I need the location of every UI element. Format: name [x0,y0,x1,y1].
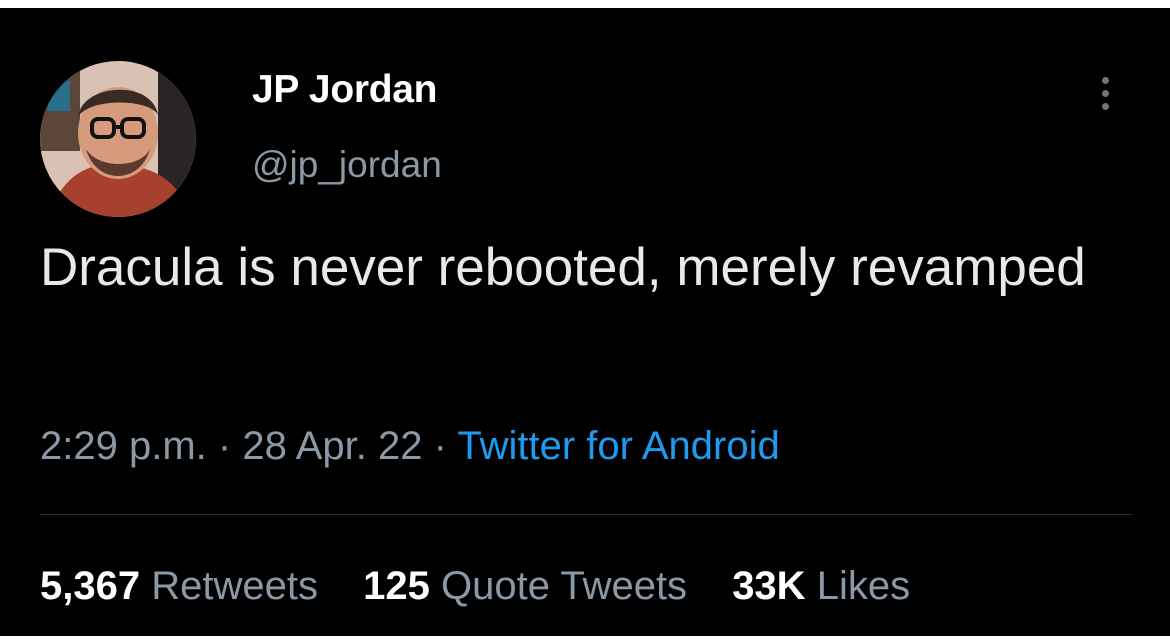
tweet-date[interactable]: 28 Apr. 22 [242,424,422,468]
likes-stat[interactable]: 33K Likes [732,564,910,608]
retweets-stat[interactable]: 5,367 Retweets [40,564,329,608]
meta-separator: · [433,424,447,468]
retweets-count: 5,367 [40,564,141,608]
divider [40,514,1132,515]
tweet-time[interactable]: 2:29 p.m. [40,424,207,468]
tweet-meta: 2:29 p.m. · 28 Apr. 22 · Twitter for And… [40,424,780,469]
quotes-label: Quote Tweets [440,564,688,608]
dot [1101,102,1109,110]
more-options-icon[interactable] [1090,68,1120,118]
likes-label: Likes [816,564,911,608]
quote-tweets-stat[interactable]: 125 Quote Tweets [363,564,698,608]
retweets-label: Retweets [151,564,318,608]
dot [1101,76,1109,84]
profile-photo-icon [40,61,196,217]
meta-separator: · [217,424,232,468]
likes-count: 33K [732,564,806,608]
quotes-count: 125 [363,564,430,608]
tweet-text: Dracula is never rebooted, merely revamp… [40,238,1086,297]
display-name[interactable]: JP Jordan [252,68,437,112]
avatar[interactable] [40,61,196,217]
user-handle[interactable]: @jp_jordan [252,144,442,186]
tweet-card: JP Jordan @jp_jordan Dracula is never re… [0,8,1170,636]
tweet-stats: 5,367 Retweets 125 Quote Tweets 33K Like… [40,564,944,609]
tweet-source-link[interactable]: Twitter for Android [457,424,779,468]
dot [1101,89,1109,97]
